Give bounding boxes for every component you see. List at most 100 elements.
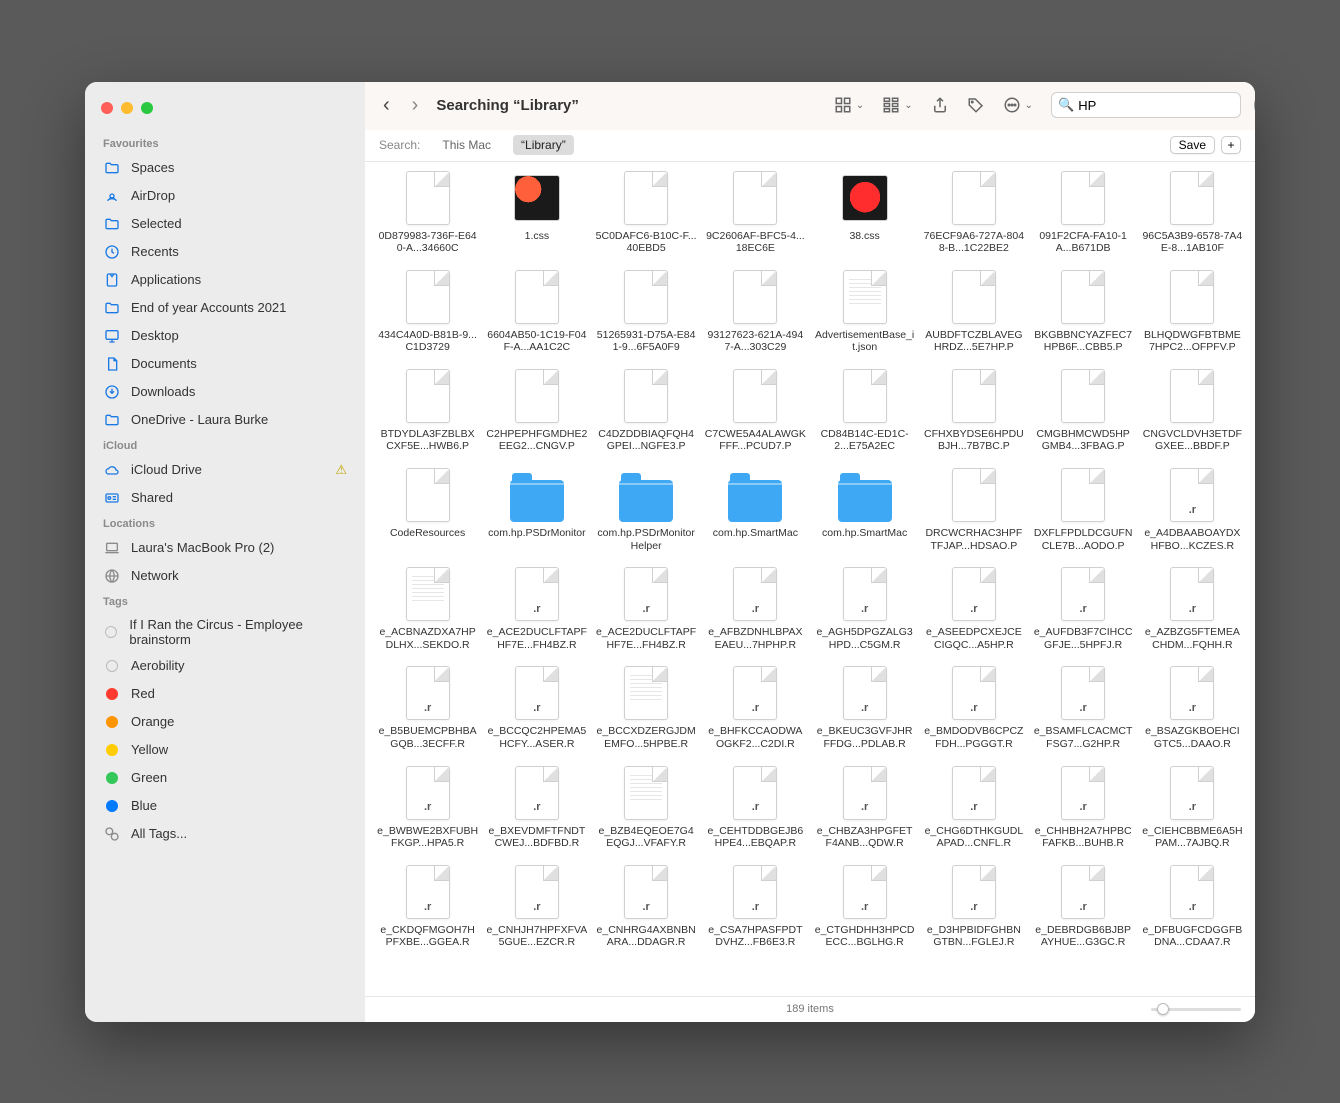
sidebar-item[interactable]: Desktop (85, 322, 365, 350)
file-item[interactable]: 9C2606AF-BFC5-4...18EC6E (703, 166, 808, 259)
sidebar-item[interactable]: Selected (85, 210, 365, 238)
file-item[interactable]: 76ECF9A6-727A-8048-B...1C22BE2 (921, 166, 1026, 259)
file-item[interactable]: .re_A4DBAABOAYDXHFBO...KCZES.R (1140, 463, 1245, 556)
file-item[interactable]: e_BCCXDZERGJDMEMFO...5HPBE.R (594, 661, 699, 754)
view-icons-button[interactable]: ⌄ (834, 96, 864, 114)
file-item[interactable]: AdvertisementBase_it.json (812, 265, 917, 358)
share-button[interactable] (931, 96, 949, 114)
file-item[interactable]: 1.css (484, 166, 589, 259)
sidebar-item[interactable]: If I Ran the Circus - Employee brainstor… (85, 612, 365, 652)
file-item[interactable]: .re_BXEVDMFTFNDTCWEJ...BDFBD.R (484, 761, 589, 854)
file-item[interactable]: BTDYDLA3FZBLBXCXF5E...HWB6.P (375, 364, 480, 457)
file-item[interactable]: com.hp.SmartMac (812, 463, 917, 556)
minimize-button[interactable] (121, 102, 133, 114)
content-scroll[interactable]: 0D879983-736F-E640-A...34660C1.css5C0DAF… (365, 162, 1255, 996)
sidebar-item[interactable]: Network (85, 562, 365, 590)
file-item[interactable]: 5C0DAFC6-B10C-F...40EBD5 (594, 166, 699, 259)
close-button[interactable] (101, 102, 113, 114)
file-item[interactable]: .re_AZBZG5FTEMEACHDM...FQHH.R (1140, 562, 1245, 655)
sidebar-item[interactable]: Green (85, 764, 365, 792)
file-item[interactable]: .re_CHG6DTHKGUDLAPAD...CNFL.R (921, 761, 1026, 854)
file-item[interactable]: .re_B5BUEMCPBHBAGQB...3ECFF.R (375, 661, 480, 754)
file-item[interactable]: .re_CHHBH2A7HPBCFAFKB...BUHB.R (1031, 761, 1136, 854)
sidebar-item[interactable]: Applications (85, 266, 365, 294)
sidebar-item[interactable]: OneDrive - Laura Burke (85, 406, 365, 434)
file-item[interactable]: BKGBBNCYAZFEC7HPB6F...CBB5.P (1031, 265, 1136, 358)
scope-thismac[interactable]: This Mac (434, 135, 499, 155)
file-item[interactable]: .re_ACE2DUCLFTAPFHF7E...FH4BZ.R (594, 562, 699, 655)
file-item[interactable]: .re_D3HPBIDFGHBNGTBN...FGLEJ.R (921, 860, 1026, 953)
file-item[interactable]: .re_BWBWE2BXFUBHFKGP...HPA5.R (375, 761, 480, 854)
file-item[interactable]: AUBDFTCZBLAVEGHRDZ...5E7HP.P (921, 265, 1026, 358)
file-item[interactable]: .re_CKDQFMGOH7HPFXBE...GGEA.R (375, 860, 480, 953)
file-item[interactable]: .re_CHBZA3HPGFETF4ANB...QDW.R (812, 761, 917, 854)
tags-button[interactable] (967, 96, 985, 114)
file-item[interactable]: .re_BSAMFLCACMCTFSG7...G2HP.R (1031, 661, 1136, 754)
file-item[interactable]: 96C5A3B9-6578-7A4E-8...1AB10F (1140, 166, 1245, 259)
file-item[interactable]: com.hp.PSDrMonitorHelper (594, 463, 699, 556)
file-item[interactable]: .re_CTGHDHH3HPCDECC...BGLHG.R (812, 860, 917, 953)
file-item[interactable]: .re_DFBUGFCDGGFBDNA...CDAA7.R (1140, 860, 1245, 953)
file-item[interactable]: .re_CNHRG4AXBNBNARA...DDAGR.R (594, 860, 699, 953)
file-item[interactable]: .re_BSAZGKBOEHCIGTC5...DAAO.R (1140, 661, 1245, 754)
add-criteria-button[interactable]: + (1221, 136, 1241, 154)
file-item[interactable]: .re_ASEEDPCXEJCECIGQC...A5HP.R (921, 562, 1026, 655)
file-item[interactable]: .re_CIEHCBBME6A5HPAM...7AJBQ.R (1140, 761, 1245, 854)
file-item[interactable]: .re_ACE2DUCLFTAPFHF7E...FH4BZ.R (484, 562, 589, 655)
sidebar-item[interactable]: Shared (85, 484, 365, 512)
file-item[interactable]: .re_AGH5DPGZALG3HPD...C5GM.R (812, 562, 917, 655)
sidebar-item[interactable]: Blue (85, 792, 365, 820)
sidebar-item[interactable]: Orange (85, 708, 365, 736)
file-item[interactable]: C7CWE5A4ALAWGKFFF...PCUD7.P (703, 364, 808, 457)
file-item[interactable]: DXFLFPDLDCGUFNCLE7B...AODO.P (1031, 463, 1136, 556)
clear-search-button[interactable]: ✕ (1254, 97, 1255, 113)
file-item[interactable]: DRCWCRHAC3HPFTFJAP...HDSAO.P (921, 463, 1026, 556)
file-item[interactable]: CFHXBYDSE6HPDUBJH...7B7BC.P (921, 364, 1026, 457)
file-item[interactable]: .re_BKEUC3GVFJHRFFDG...PDLAB.R (812, 661, 917, 754)
file-item[interactable]: CD84B14C-ED1C-2...E75A2EC (812, 364, 917, 457)
file-item[interactable]: .re_BMDODVB6CPCZFDH...PGGGT.R (921, 661, 1026, 754)
file-item[interactable]: 091F2CFA-FA10-1A...B671DB (1031, 166, 1136, 259)
file-item[interactable]: 6604AB50-1C19-F04F-A...AA1C2C (484, 265, 589, 358)
forward-button[interactable]: › (408, 94, 423, 117)
sidebar-item[interactable]: Recents (85, 238, 365, 266)
sidebar-item[interactable]: Laura's MacBook Pro (2) (85, 534, 365, 562)
file-item[interactable]: e_BZB4EQEOE7G4EQGJ...VFAFY.R (594, 761, 699, 854)
file-item[interactable]: CodeResources (375, 463, 480, 556)
file-item[interactable]: .re_BCCQC2HPEMA5HCFY...ASER.R (484, 661, 589, 754)
sidebar-item[interactable]: AirDrop (85, 182, 365, 210)
scope-library[interactable]: “Library” (513, 135, 574, 155)
file-item[interactable]: .re_CSA7HPASFPDTDVHZ...FB6E3.R (703, 860, 808, 953)
file-item[interactable]: BLHQDWGFBTBME7HPC2...OFPFV.P (1140, 265, 1245, 358)
search-field[interactable]: 🔍 ✕ (1051, 92, 1241, 118)
search-input[interactable] (1078, 98, 1254, 113)
sidebar-item[interactable]: Red (85, 680, 365, 708)
sidebar-item[interactable]: Downloads (85, 378, 365, 406)
file-item[interactable]: 0D879983-736F-E640-A...34660C (375, 166, 480, 259)
file-item[interactable]: C4DZDDBIAQFQH4GPEI...NGFE3.P (594, 364, 699, 457)
group-button[interactable]: ⌄ (882, 96, 912, 114)
sidebar-item[interactable]: End of year Accounts 2021 (85, 294, 365, 322)
zoom-slider[interactable] (1151, 1008, 1241, 1011)
file-item[interactable]: .re_DEBRDGB6BJBPAYHUE...G3GC.R (1031, 860, 1136, 953)
file-item[interactable]: e_ACBNAZDXA7HPDLHX...SEKDO.R (375, 562, 480, 655)
save-search-button[interactable]: Save (1170, 136, 1215, 154)
sidebar-item[interactable]: Documents (85, 350, 365, 378)
file-item[interactable]: com.hp.PSDrMonitor (484, 463, 589, 556)
file-item[interactable]: .re_AFBZDNHLBPAXEAEU...7HPHP.R (703, 562, 808, 655)
file-item[interactable]: C2HPEPHFGMDHE2EEG2...CNGV.P (484, 364, 589, 457)
sidebar-item[interactable]: Spaces (85, 154, 365, 182)
sidebar-item[interactable]: Yellow (85, 736, 365, 764)
file-item[interactable]: .re_BHFKCCAODWAOGKF2...C2DI.R (703, 661, 808, 754)
zoom-button[interactable] (141, 102, 153, 114)
file-item[interactable]: 38.css (812, 166, 917, 259)
sidebar-item[interactable]: All Tags... (85, 820, 365, 848)
file-item[interactable]: .re_CNHJH7HPFXFVA5GUE...EZCR.R (484, 860, 589, 953)
sidebar-item[interactable]: iCloud Drive⚠︎ (85, 456, 365, 484)
file-item[interactable]: .re_AUFDB3F7CIHCCGFJE...5HPFJ.R (1031, 562, 1136, 655)
file-item[interactable]: 93127623-621A-4947-A...303C29 (703, 265, 808, 358)
file-item[interactable]: 434C4A0D-B81B-9...C1D3729 (375, 265, 480, 358)
file-item[interactable]: CMGBHMCWD5HPGMB4...3FBAG.P (1031, 364, 1136, 457)
back-button[interactable]: ‹ (379, 94, 394, 117)
file-item[interactable]: 51265931-D75A-E841-9...6F5A0F9 (594, 265, 699, 358)
